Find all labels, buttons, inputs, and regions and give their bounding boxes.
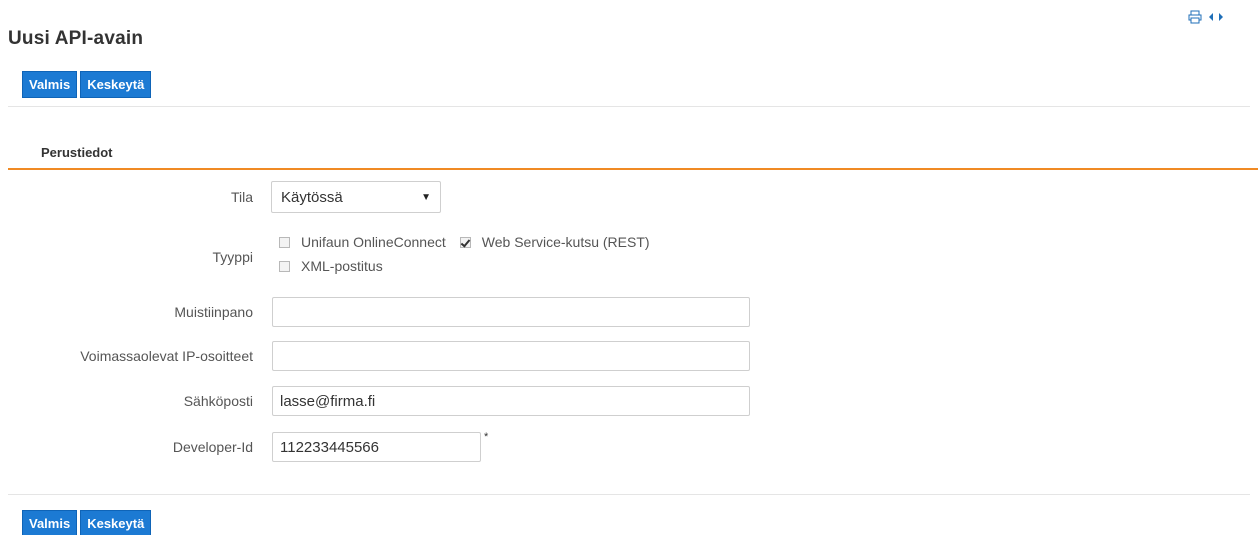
section-title: Perustiedot — [41, 145, 113, 160]
email-row: Sähköposti — [0, 385, 760, 417]
status-row: Tila Käytössä ▼ — [0, 181, 460, 213]
ip-input[interactable] — [272, 341, 750, 371]
email-input[interactable] — [272, 386, 750, 416]
print-icon[interactable] — [1188, 10, 1202, 24]
api-key-page: Uusi API-avain Valmis Keskeytä Perustied… — [0, 0, 1258, 535]
web-service-label: Web Service-kutsu (REST) — [481, 234, 650, 250]
developer-id-input[interactable] — [272, 432, 481, 462]
done-button[interactable]: Valmis — [22, 71, 78, 98]
developer-id-label: Developer-Id — [172, 439, 253, 455]
bottom-divider — [8, 494, 1250, 495]
note-row: Muistiinpano — [0, 296, 760, 328]
web-service-checkbox[interactable]: Web Service-kutsu (REST) — [459, 234, 650, 250]
bottom-button-row: Valmis Keskeytä — [22, 510, 152, 535]
web-service-checkbox-box[interactable] — [459, 236, 471, 248]
unifaun-checkbox-box[interactable] — [279, 236, 290, 248]
chevron-down-icon: ▼ — [421, 191, 431, 203]
done-button-bottom[interactable]: Valmis — [22, 510, 78, 535]
xml-checkbox[interactable]: XML-postitus — [279, 258, 383, 274]
note-label: Muistiinpano — [174, 304, 253, 320]
cancel-button-bottom[interactable]: Keskeytä — [80, 510, 152, 535]
top-actions — [1188, 10, 1224, 24]
expand-icon[interactable] — [1208, 10, 1224, 24]
status-value: Käytössä — [281, 188, 343, 206]
top-divider — [8, 106, 1250, 107]
type-label: Tyyppi — [212, 249, 253, 265]
section-underline — [8, 168, 1258, 170]
unifaun-label: Unifaun OnlineConnect — [301, 234, 446, 250]
ip-row: Voimassaolevat IP-osoitteet — [0, 340, 760, 372]
top-button-row: Valmis Keskeytä — [22, 71, 152, 98]
status-select[interactable]: Käytössä ▼ — [271, 181, 441, 213]
type-row: Tyyppi — [0, 241, 272, 273]
type-checkbox-group: Unifaun OnlineConnect Web Service-kutsu … — [279, 230, 759, 278]
required-mark: * — [484, 431, 489, 443]
ip-label: Voimassaolevat IP-osoitteet — [80, 348, 253, 364]
developer-id-row: Developer-Id — [0, 431, 500, 463]
xml-label: XML-postitus — [301, 258, 383, 274]
page-title: Uusi API-avain — [8, 28, 144, 49]
email-label: Sähköposti — [183, 393, 253, 409]
cancel-button[interactable]: Keskeytä — [80, 71, 152, 98]
note-input[interactable] — [272, 297, 750, 327]
unifaun-checkbox[interactable]: Unifaun OnlineConnect — [279, 234, 446, 250]
xml-checkbox-box[interactable] — [279, 260, 290, 272]
status-label: Tila — [230, 189, 253, 205]
